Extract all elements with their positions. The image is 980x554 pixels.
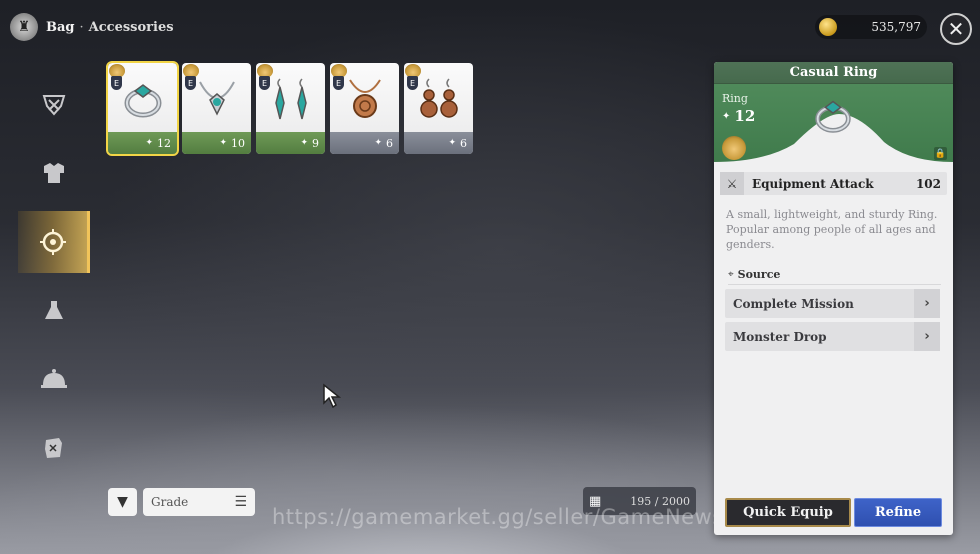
- ring-icon: [124, 84, 161, 118]
- item-count: 6: [460, 136, 467, 150]
- necklace-icon: [198, 81, 235, 116]
- sidebar-item-food[interactable]: [18, 348, 90, 410]
- stat-row: ⚔ Equipment Attack 102: [720, 172, 947, 195]
- grade-badge: E: [111, 76, 122, 90]
- pendant-icon: [348, 79, 381, 118]
- item-detail-panel: Casual Ring Ring ✦ 12 🔒 ⚔ Equipment Atta…: [714, 62, 953, 535]
- source-header-label: Source: [737, 268, 781, 281]
- grade-badge: E: [259, 76, 270, 90]
- count-arrow-icon: ✦: [374, 138, 382, 148]
- earrings-icon: [419, 78, 458, 118]
- lock-icon[interactable]: 🔒: [934, 147, 947, 160]
- sidebar-item-armor[interactable]: [18, 142, 90, 204]
- mouse-cursor-icon: [323, 383, 342, 409]
- count-arrow-icon: ✦: [219, 138, 227, 148]
- breadcrumb: Bag · Accessories: [46, 20, 174, 35]
- sort-order-icon: ☰: [234, 494, 247, 510]
- item-card-necklace[interactable]: E ✦ 10: [182, 63, 251, 154]
- source-label: Complete Mission: [733, 296, 854, 311]
- source-monster-drop-button[interactable]: Monster Drop ›: [725, 322, 940, 351]
- grade-badge: E: [407, 76, 418, 90]
- weapon-crest-icon: [42, 95, 66, 116]
- map-scroll-icon: [45, 438, 62, 458]
- item-quantity-value: 12: [734, 107, 756, 125]
- item-quantity: ✦ 12: [722, 107, 755, 125]
- count-arrow-icon: ✦: [145, 138, 153, 148]
- item-count: 9: [312, 136, 319, 150]
- item-count-bar: ✦ 10: [182, 132, 251, 154]
- item-count: 6: [386, 136, 393, 150]
- filter-icon: ▼: [117, 494, 128, 510]
- close-button[interactable]: ✕: [940, 13, 972, 45]
- breadcrumb-separator: ·: [79, 19, 84, 35]
- source-header: ⌖ Source: [728, 268, 941, 285]
- item-card-ring[interactable]: E ✦ 12: [106, 61, 179, 156]
- item-card-earrings-copper[interactable]: E ✦ 6: [404, 63, 473, 154]
- gold-coin-icon: [819, 18, 837, 36]
- item-card-pendant-copper[interactable]: E ✦ 6: [330, 63, 399, 154]
- chevron-right-icon: ›: [914, 322, 940, 351]
- sidebar-item-weapons[interactable]: [18, 74, 90, 136]
- bag-logo-icon: ♜: [10, 13, 38, 41]
- attack-sword-icon: ⚔: [720, 172, 744, 195]
- watermark-text: https://gamemarket.gg/seller/GameNews: [272, 505, 724, 529]
- character-avatar-icon: [722, 136, 746, 160]
- source-label: Monster Drop: [733, 329, 827, 344]
- currency-amount: 535,797: [871, 20, 921, 34]
- grade-badge: E: [333, 76, 344, 90]
- item-card-earrings-teal[interactable]: E ✦ 9: [256, 63, 325, 154]
- sidebar-item-misc[interactable]: [18, 417, 90, 479]
- stat-label: Equipment Attack: [752, 176, 874, 191]
- item-count: 10: [231, 136, 245, 150]
- close-icon: ✕: [947, 17, 965, 41]
- item-name: Casual Ring: [714, 62, 953, 84]
- accessory-icon: [39, 229, 66, 255]
- chevron-right-icon: ›: [914, 289, 940, 318]
- count-arrow-icon: ✦: [722, 110, 731, 122]
- item-count-bar: ✦ 9: [256, 132, 325, 154]
- breadcrumb-accessories: Accessories: [88, 19, 174, 35]
- source-complete-mission-button[interactable]: Complete Mission ›: [725, 289, 940, 318]
- item-count-bar: ✦ 6: [404, 132, 473, 154]
- item-count-bar: ✦ 12: [108, 132, 177, 154]
- item-count: 12: [157, 136, 171, 150]
- count-arrow-icon: ✦: [448, 138, 456, 148]
- stat-value: 102: [915, 176, 941, 191]
- refine-button[interactable]: Refine: [854, 498, 942, 527]
- quick-equip-button[interactable]: Quick Equip: [725, 498, 851, 527]
- item-count-bar: ✦ 6: [330, 132, 399, 154]
- breadcrumb-bag: Bag: [46, 19, 75, 35]
- item-banner: Ring ✦ 12 🔒: [714, 84, 953, 166]
- sort-label: Grade: [151, 495, 189, 509]
- food-cloche-icon: [41, 369, 67, 388]
- armor-icon: [44, 163, 64, 183]
- filter-button[interactable]: ▼: [108, 488, 137, 516]
- page-header: ♜ Bag · Accessories: [10, 12, 174, 42]
- item-description: A small, lightweight, and sturdy Ring. P…: [726, 208, 938, 251]
- sidebar-item-accessories[interactable]: [18, 211, 90, 273]
- location-pin-icon: ⌖: [728, 269, 734, 280]
- grade-badge: E: [185, 76, 196, 90]
- sort-grade-button[interactable]: Grade ☰: [143, 488, 255, 516]
- currency-display: 535,797: [815, 15, 927, 39]
- ring-icon: [815, 100, 851, 133]
- earrings-icon: [274, 78, 307, 120]
- item-grid: E ✦ 12 E ✦ 10 E ✦ 9 E ✦ 6 E ✦ 6: [106, 61, 473, 156]
- sidebar-item-consumables[interactable]: [18, 280, 90, 342]
- potion-icon: [45, 301, 63, 319]
- item-type: Ring: [722, 92, 748, 105]
- count-arrow-icon: ✦: [300, 138, 308, 148]
